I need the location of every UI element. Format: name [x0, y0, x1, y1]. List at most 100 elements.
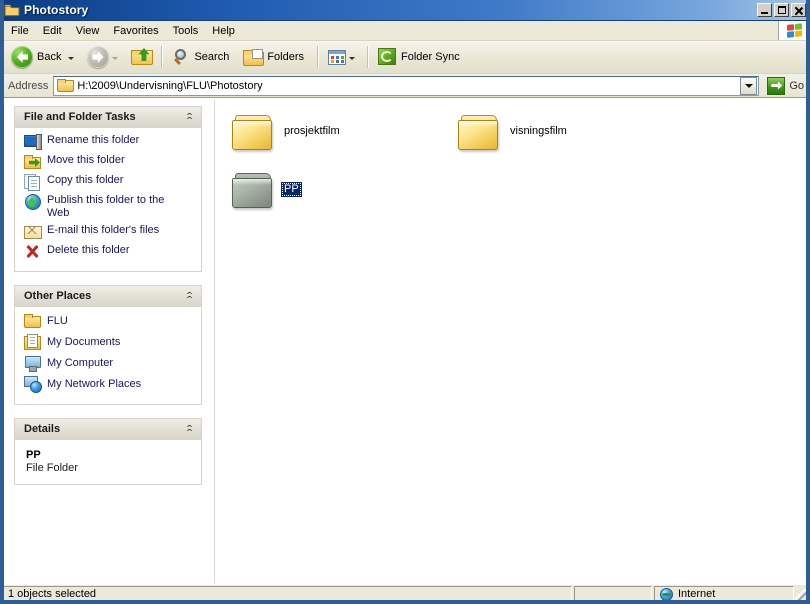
back-label: Back — [37, 51, 62, 63]
panel-body-details: PP File Folder — [15, 440, 201, 484]
search-label: Search — [194, 51, 230, 63]
file-item-visningsfilm[interactable]: visningsfilm — [455, 113, 681, 171]
file-item-pp[interactable]: PP — [229, 171, 455, 229]
folder-icon — [229, 171, 275, 211]
delete-icon — [24, 244, 41, 260]
main-content: File and Folder Tasks Rename this folder… — [0, 98, 810, 584]
task-copy-this-folder[interactable]: Copy this folder — [24, 174, 195, 191]
panel-header-details[interactable]: Details — [14, 418, 202, 440]
my-network-places-icon — [24, 376, 42, 393]
task-move-this-folder[interactable]: Move this folder — [24, 154, 195, 170]
windows-flag-icon — [778, 21, 810, 40]
windows-flag-glyph — [786, 22, 803, 39]
panel-title: File and Folder Tasks — [24, 111, 136, 123]
address-dropdown-button[interactable] — [740, 76, 758, 95]
window-title: Photostory — [24, 3, 89, 17]
folders-button[interactable]: Folders — [238, 43, 313, 71]
my-documents-icon — [24, 334, 41, 350]
address-path-text: H:\2009\Undervisning\FLU\Photostory — [77, 79, 263, 92]
panel-header-other-places[interactable]: Other Places — [14, 285, 202, 307]
file-label-wrap: visningsfilm — [507, 124, 570, 139]
folder-sync-button[interactable]: Folder Sync — [373, 43, 469, 71]
maximize-button[interactable] — [774, 3, 789, 17]
menu-item-tools[interactable]: Tools — [166, 21, 206, 40]
task-label: E-mail this folder's files — [47, 224, 160, 236]
panel-file-and-folder-tasks: File and Folder Tasks Rename this folder… — [14, 106, 202, 272]
details-item-name: PP — [26, 449, 41, 461]
place-my-network-places[interactable]: My Network Places — [24, 376, 195, 393]
status-bar: 1 objects selected Internet — [0, 584, 810, 604]
task-label: Rename this folder — [47, 134, 140, 146]
place-label: FLU — [47, 314, 68, 327]
menu-spacer — [242, 21, 778, 40]
views-icon — [328, 49, 347, 65]
file-item-prosjektfilm[interactable]: prosjektfilm — [229, 113, 455, 171]
up-button[interactable] — [126, 43, 157, 71]
task-rename-this-folder[interactable]: Rename this folder — [24, 134, 195, 150]
title-bar: Photostory — [0, 0, 810, 21]
publish-web-icon — [24, 194, 41, 210]
file-label-wrap: prosjektfilm — [281, 124, 343, 139]
forward-button[interactable] — [82, 43, 126, 71]
folder-icon — [229, 113, 275, 153]
address-input[interactable]: H:\2009\Undervisning\FLU\Photostory — [53, 75, 760, 96]
menu-item-file[interactable]: File — [4, 21, 36, 40]
chevron-down-icon — [744, 83, 753, 88]
menu-item-favorites[interactable]: Favorites — [106, 21, 165, 40]
task-label: Copy this folder — [47, 174, 124, 186]
panel-header-file-and-folder-tasks[interactable]: File and Folder Tasks — [14, 106, 202, 128]
chevron-up-icon[interactable] — [184, 424, 195, 435]
file-list-pane[interactable]: prosjektfilm visningsfilm PP — [215, 99, 810, 584]
views-dropdown-icon[interactable] — [349, 56, 356, 60]
file-grid: prosjektfilm visningsfilm PP — [229, 113, 810, 229]
back-dropdown-icon[interactable] — [68, 56, 75, 60]
chevron-up-icon[interactable] — [184, 291, 195, 302]
place-my-computer[interactable]: My Computer — [24, 355, 195, 372]
task-email-this-folders-files[interactable]: E-mail this folder's files — [24, 224, 195, 240]
panel-title: Details — [24, 423, 61, 435]
menu-item-edit[interactable]: Edit — [36, 21, 69, 40]
panel-body-other-places: FLU My Documents My Computer My Network … — [15, 307, 201, 404]
go-button[interactable]: Go — [765, 76, 806, 95]
place-my-documents[interactable]: My Documents — [24, 334, 195, 350]
forward-arrow-icon — [87, 46, 110, 68]
forward-dropdown-icon — [112, 56, 119, 60]
search-button[interactable]: Search — [167, 43, 238, 71]
globe-icon — [660, 587, 673, 601]
task-delete-this-folder[interactable]: Delete this folder — [24, 244, 195, 260]
file-label: visningsfilm — [510, 125, 567, 137]
address-label: Address — [8, 79, 49, 92]
folder-icon — [57, 79, 75, 92]
folders-label: Folders — [267, 51, 305, 63]
panel-body-file-and-folder-tasks: Rename this folder Move this folder Copy… — [15, 128, 201, 271]
toolbar-separator-1 — [161, 46, 164, 68]
views-button[interactable] — [323, 43, 363, 71]
place-label: My Network Places — [47, 377, 142, 390]
explorer-window: Photostory File Edit View Favorites Tool… — [0, 0, 810, 604]
folder-icon — [455, 113, 501, 153]
menu-item-view[interactable]: View — [69, 21, 107, 40]
back-arrow-icon — [11, 46, 33, 68]
file-label: PP — [281, 182, 302, 197]
status-zone-text: Internet — [678, 588, 716, 600]
place-flu[interactable]: FLU — [24, 313, 195, 329]
chevron-up-icon[interactable] — [184, 112, 195, 123]
folder-sync-icon — [378, 48, 397, 66]
file-label: prosjektfilm — [284, 125, 340, 137]
status-text: 1 objects selected — [2, 586, 572, 602]
resize-grip[interactable] — [794, 586, 808, 602]
menu-bar: File Edit View Favorites Tools Help — [0, 21, 810, 41]
status-middle-panel — [574, 586, 652, 602]
back-button[interactable]: Back — [6, 43, 82, 71]
up-folder-icon — [131, 48, 154, 66]
task-label: Delete this folder — [47, 244, 130, 256]
folder-sync-label: Folder Sync — [401, 51, 460, 63]
close-button[interactable] — [791, 3, 806, 17]
minimize-button[interactable] — [757, 3, 772, 17]
copy-icon — [24, 174, 41, 191]
menu-item-help[interactable]: Help — [205, 21, 242, 40]
task-publish-this-folder-to-the-web[interactable]: Publish this folder to the Web — [24, 194, 195, 220]
go-arrow-icon — [767, 76, 786, 95]
go-label: Go — [789, 79, 804, 92]
file-label-wrap: PP — [281, 182, 302, 197]
